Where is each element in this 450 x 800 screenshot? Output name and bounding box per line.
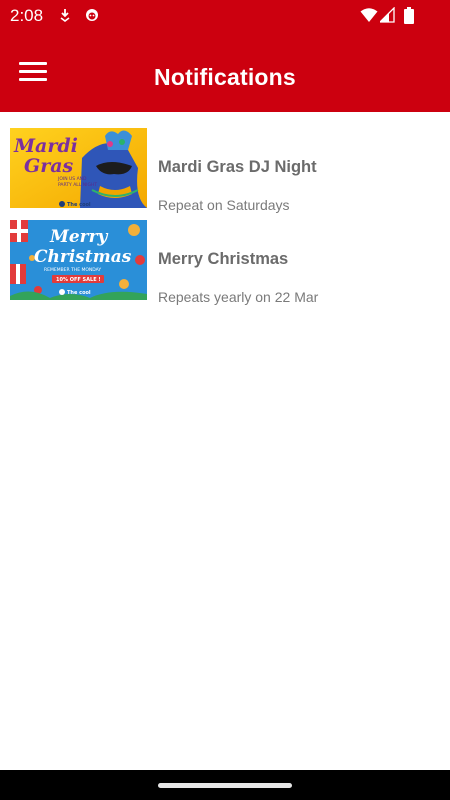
svg-text:Gras: Gras bbox=[24, 155, 74, 177]
svg-text:PARTY ALL NIGHT: PARTY ALL NIGHT bbox=[58, 182, 97, 188]
svg-text:The cool: The cool bbox=[67, 202, 91, 208]
mardi-gras-thumbnail: Mardi Gras JOIN US AND PARTY ALL NIGHT T… bbox=[10, 128, 147, 208]
svg-text:The cool: The cool bbox=[67, 290, 91, 296]
app-bar: Notifications bbox=[0, 32, 450, 112]
notification-title: Mardi Gras DJ Night bbox=[158, 158, 317, 176]
notification-item-mardi-gras[interactable]: Mardi Gras JOIN US AND PARTY ALL NIGHT T… bbox=[0, 128, 450, 214]
home-gesture-handle[interactable] bbox=[158, 783, 292, 788]
status-time: 2:08 bbox=[10, 6, 44, 25]
signal-icon bbox=[380, 7, 395, 23]
wifi-icon bbox=[360, 8, 378, 22]
merry-christmas-thumbnail: Merry Christmas REMEMBER THE MONDAY 10% … bbox=[10, 220, 147, 300]
status-bar: 2:08 bbox=[0, 0, 450, 32]
svg-text:Merry: Merry bbox=[49, 227, 109, 247]
notification-schedule: Repeats yearly on 22 Mar bbox=[158, 289, 319, 305]
download-icon bbox=[60, 9, 70, 22]
svg-text:REMEMBER THE MONDAY: REMEMBER THE MONDAY bbox=[44, 267, 101, 273]
navigation-bar bbox=[0, 770, 450, 800]
svg-text:JOIN US AND: JOIN US AND bbox=[57, 176, 87, 182]
notification-schedule: Repeat on Saturdays bbox=[158, 197, 290, 213]
notification-item-merry-christmas[interactable]: Merry Christmas REMEMBER THE MONDAY 10% … bbox=[0, 220, 450, 306]
svg-text:10% OFF SALE !: 10% OFF SALE ! bbox=[56, 277, 101, 283]
notification-title: Merry Christmas bbox=[158, 250, 289, 268]
svg-text:Mardi: Mardi bbox=[13, 135, 78, 157]
face-icon bbox=[86, 9, 98, 21]
battery-icon bbox=[404, 7, 414, 24]
svg-text:Christmas: Christmas bbox=[34, 247, 132, 267]
page-title: Notifications bbox=[154, 64, 296, 90]
